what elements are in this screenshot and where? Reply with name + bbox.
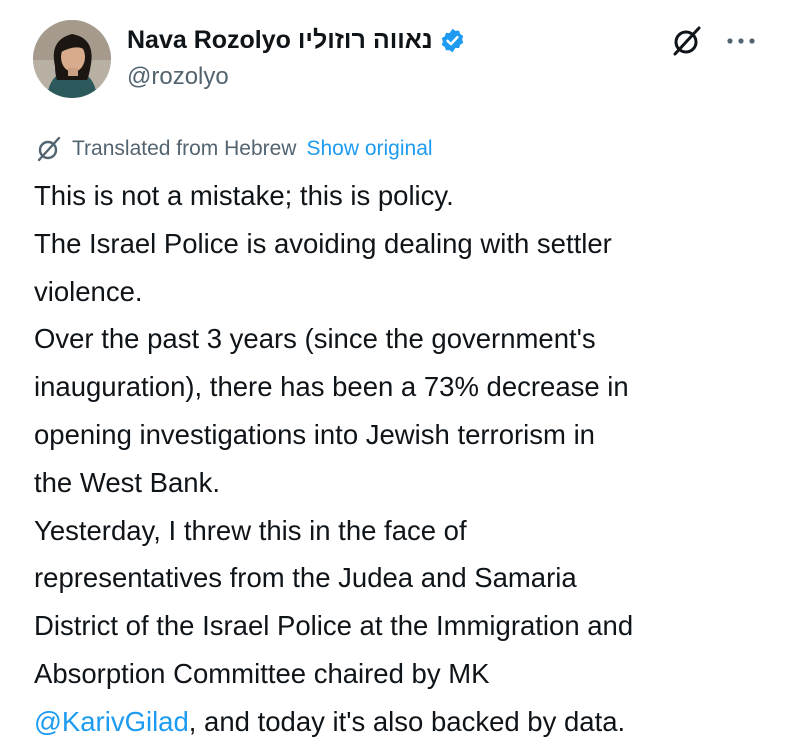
more-icon[interactable] (723, 26, 759, 56)
post-text-line: representatives from the Judea and Samar… (34, 562, 577, 594)
avatar[interactable] (33, 20, 111, 98)
author-handle[interactable]: @rozolyo (127, 63, 229, 91)
translation-notice: Translated from Hebrew Show original (34, 134, 433, 164)
translated-from-label: Translated from Hebrew (72, 137, 297, 160)
post-text-line: the West Bank. (34, 466, 220, 498)
post-header: Nava Rozolyo נאווה רוזוליו @rozolyo (0, 0, 793, 110)
avatar-photo (33, 20, 111, 98)
grok-icon[interactable] (670, 24, 704, 58)
post-text-line: Yesterday, I threw this in the face of (34, 514, 467, 546)
author-display-name[interactable]: Nava Rozolyo נאווה רוזוליו (127, 26, 433, 55)
post-text-fragment: , and today it's also backed by data. (188, 705, 626, 737)
post-text-line: This is not a mistake; this is policy. (34, 180, 454, 211)
post-text-line: opening investigations into Jewish terro… (34, 418, 595, 450)
post-text-line: Absorption Committee chaired by MK (34, 657, 490, 689)
post-text-line: District of the Israel Police at the Imm… (34, 610, 634, 642)
post-text-line: The Israel Police is avoiding dealing wi… (34, 227, 612, 259)
post-text-line-last: @KarivGilad, and today it's also backed … (34, 698, 784, 746)
post-text-line: Over the past 3 years (since the governm… (34, 323, 596, 355)
post-text-line: inauguration), there has been a 73% decr… (34, 371, 629, 403)
post-body: This is not a mistake; this is policy. T… (34, 172, 784, 746)
verified-badge-icon (439, 27, 466, 54)
post-text-line: violence. (34, 275, 143, 307)
mention-link[interactable]: @KarivGilad (34, 706, 189, 737)
show-original-link[interactable]: Show original (306, 137, 432, 161)
author-name-row[interactable]: Nava Rozolyo נאווה רוזוליו (127, 23, 466, 57)
grok-translate-icon (34, 134, 64, 164)
